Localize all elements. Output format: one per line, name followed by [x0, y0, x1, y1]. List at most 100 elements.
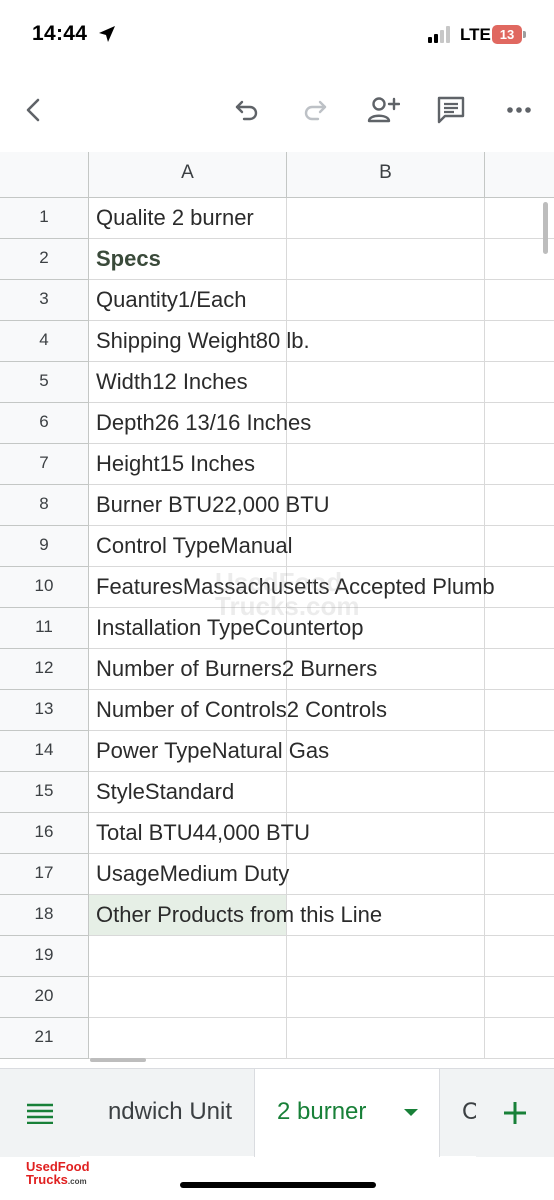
spreadsheet-grid[interactable]: A B 1 Qualite 2 burner 2 Specs 3 Quantity1/Ea…: [0, 152, 554, 1062]
cell-c[interactable]: [485, 608, 554, 649]
cell-b[interactable]: [287, 1018, 485, 1059]
cell-c[interactable]: [485, 813, 554, 854]
cell-c[interactable]: [485, 895, 554, 936]
table-row: 4 Shipping Weight80 lb.: [0, 321, 554, 362]
cell-b[interactable]: [287, 444, 485, 485]
table-row: 16 Total BTU44,000 BTU: [0, 813, 554, 854]
cell-c[interactable]: [485, 526, 554, 567]
sheet-tab-2-burner[interactable]: 2 burner: [254, 1069, 440, 1157]
row-header[interactable]: 14: [0, 731, 89, 772]
more-options-button[interactable]: [499, 90, 539, 130]
cell-b[interactable]: [287, 936, 485, 977]
chevron-down-icon[interactable]: [404, 1109, 418, 1116]
cell-b[interactable]: [287, 772, 485, 813]
share-button[interactable]: [363, 90, 403, 130]
cell-text: Quantity1/Each: [96, 287, 247, 312]
cell-c[interactable]: [485, 936, 554, 977]
cell-c[interactable]: [485, 444, 554, 485]
watermark-logo: UsedFood Trucks.com: [215, 567, 360, 621]
cell-b[interactable]: [287, 526, 485, 567]
row-header[interactable]: 3: [0, 280, 89, 321]
row-header[interactable]: 18: [0, 895, 89, 936]
cell-c[interactable]: [485, 1018, 554, 1059]
cell-text: Number of Burners2 Burners: [96, 656, 378, 681]
cell-a[interactable]: [89, 1018, 287, 1059]
row-header[interactable]: 4: [0, 321, 89, 362]
cell-b[interactable]: [287, 239, 485, 280]
row-header[interactable]: 12: [0, 649, 89, 690]
sheet-tab-next[interactable]: C: [440, 1069, 476, 1157]
cell-a[interactable]: [89, 977, 287, 1018]
row-header[interactable]: 17: [0, 854, 89, 895]
row-header[interactable]: 9: [0, 526, 89, 567]
row-header[interactable]: 8: [0, 485, 89, 526]
cell-b[interactable]: [287, 198, 485, 239]
cell-b[interactable]: [287, 403, 485, 444]
table-row: 3 Quantity1/Each: [0, 280, 554, 321]
sheet-tab-sandwich-unit[interactable]: ndwich Unit: [80, 1069, 252, 1157]
cell-c[interactable]: [485, 403, 554, 444]
cell-text: Power TypeNatural Gas: [96, 738, 330, 763]
comments-button[interactable]: [431, 90, 471, 130]
row-header[interactable]: 13: [0, 690, 89, 731]
cell-c[interactable]: [485, 854, 554, 895]
vertical-scrollbar[interactable]: [543, 202, 548, 254]
sheets-list-icon: [27, 1103, 53, 1124]
comment-icon: [437, 96, 465, 124]
cell-text: Width12 Inches: [96, 369, 248, 394]
table-row: 9 Control TypeManual: [0, 526, 554, 567]
network-type: LTE: [460, 25, 491, 44]
column-header-c[interactable]: [485, 152, 554, 198]
back-icon: [26, 98, 40, 122]
cell-b[interactable]: [287, 321, 485, 362]
row-header[interactable]: 2: [0, 239, 89, 280]
all-sheets-button[interactable]: [0, 1069, 80, 1157]
select-all-corner[interactable]: [0, 152, 89, 198]
row-header[interactable]: 1: [0, 198, 89, 239]
cell-c[interactable]: [485, 485, 554, 526]
cell-c[interactable]: [485, 772, 554, 813]
cell-c[interactable]: [485, 321, 554, 362]
home-indicator[interactable]: [180, 1182, 376, 1188]
row-header[interactable]: 10: [0, 567, 89, 608]
cell-b[interactable]: [287, 854, 485, 895]
row-header[interactable]: 6: [0, 403, 89, 444]
row-header[interactable]: 20: [0, 977, 89, 1018]
table-row: 21: [0, 1018, 554, 1059]
status-bar: 14:44 LTE 13: [0, 0, 554, 70]
cell-text: StyleStandard: [96, 779, 235, 804]
row-header[interactable]: 11: [0, 608, 89, 649]
row-header[interactable]: 15: [0, 772, 89, 813]
cell-b[interactable]: [287, 362, 485, 403]
cellular-signal-icon: [428, 26, 454, 43]
cell-c[interactable]: [485, 690, 554, 731]
usedfoodtrucks-logo: UsedFood Trucks.com: [26, 1160, 90, 1188]
undo-button[interactable]: [227, 90, 267, 130]
row-header[interactable]: 21: [0, 1018, 89, 1059]
row-header[interactable]: 19: [0, 936, 89, 977]
back-button[interactable]: [14, 90, 54, 130]
toolbar: [0, 78, 554, 142]
table-row: 17 UsageMedium Duty: [0, 854, 554, 895]
cell-b[interactable]: [287, 977, 485, 1018]
cell-b[interactable]: [287, 280, 485, 321]
cell-b[interactable]: [287, 813, 485, 854]
row-header[interactable]: 5: [0, 362, 89, 403]
sheet-tab-label: 2 burner: [277, 1098, 367, 1125]
add-sheet-button[interactable]: [476, 1069, 554, 1157]
cell-c[interactable]: [485, 567, 554, 608]
cell-c[interactable]: [485, 977, 554, 1018]
table-row: 18 Other Products from this Line: [0, 895, 554, 936]
cell-a[interactable]: [89, 936, 287, 977]
cell-c[interactable]: [485, 362, 554, 403]
table-row: 20: [0, 977, 554, 1018]
row-header[interactable]: 7: [0, 444, 89, 485]
cell-c[interactable]: [485, 731, 554, 772]
row-header[interactable]: 16: [0, 813, 89, 854]
redo-button[interactable]: [295, 90, 335, 130]
cell-c[interactable]: [485, 280, 554, 321]
horizontal-scrollbar[interactable]: [90, 1058, 146, 1062]
cell-c[interactable]: [485, 649, 554, 690]
column-header-a[interactable]: A: [89, 152, 287, 198]
column-header-b[interactable]: B: [287, 152, 485, 198]
